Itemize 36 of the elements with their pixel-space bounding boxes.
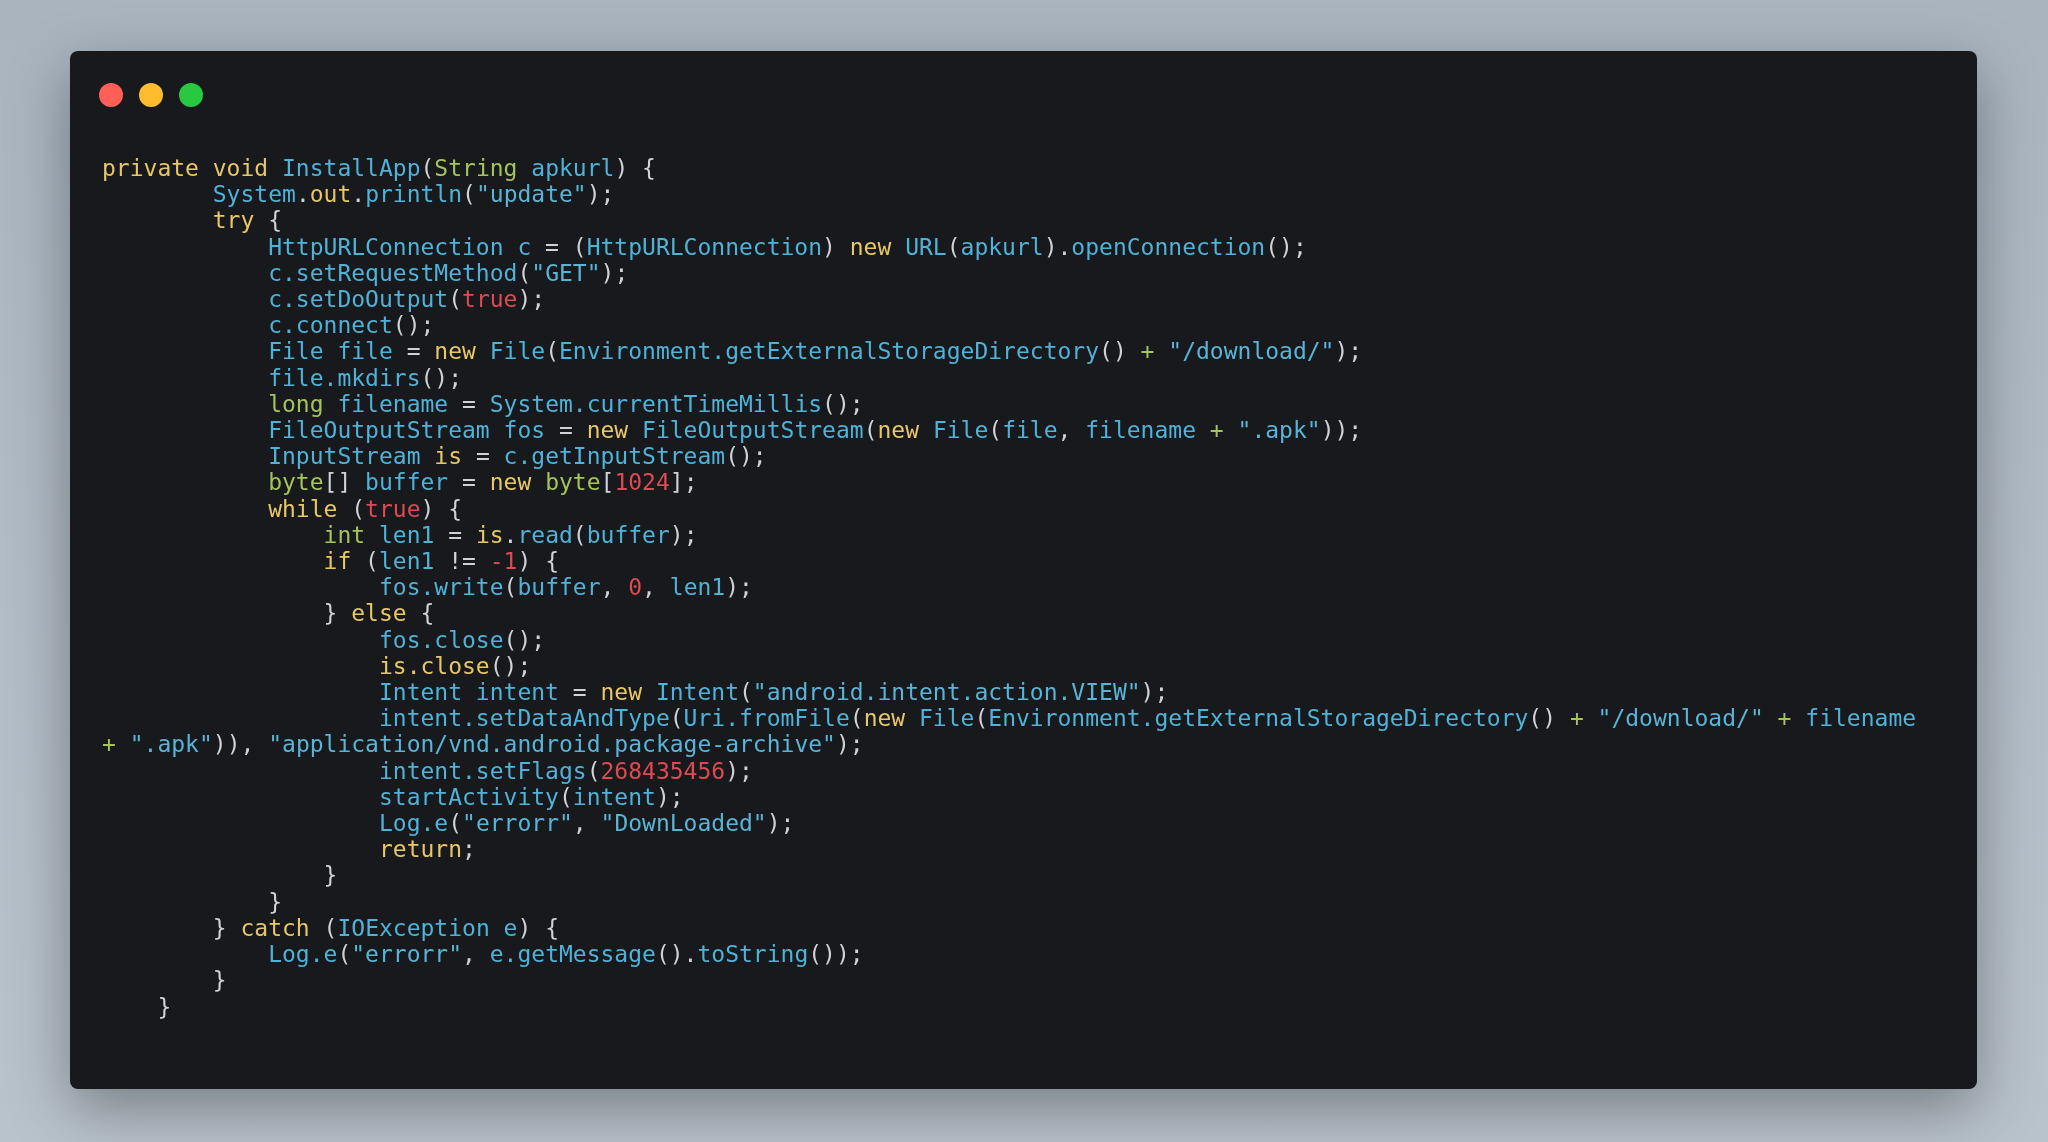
minimize-dot-icon xyxy=(139,83,163,107)
code-line: + ".apk")), "application/vnd.android.package-archive"); xyxy=(102,731,864,758)
code-line: } catch (IOException e) { xyxy=(211,914,559,942)
code-line: if (len1 != -1) { xyxy=(322,548,559,575)
code-line: file.mkdirs(); xyxy=(267,364,463,391)
code-line: Log.e("errorr", "DownLoaded"); xyxy=(377,810,795,837)
code-line: byte[] buffer = new byte[1024]; xyxy=(267,469,698,496)
code-line: int len1 = is.read(buffer); xyxy=(322,521,698,549)
code-line: } xyxy=(322,862,338,889)
code-line: try { xyxy=(211,207,283,234)
code-line: c.setDoOutput(true); xyxy=(267,286,546,313)
code-line: return; xyxy=(377,836,476,863)
maximize-dot-icon xyxy=(179,83,203,107)
code-line: File file = new File(Environment.getExternalStorageDirectory() + "/download/"); xyxy=(267,338,1363,365)
code-line: System.out.println("update"); xyxy=(211,181,615,208)
close-dot-icon xyxy=(99,83,123,107)
code-line: long filename = System.currentTimeMillis(); xyxy=(267,390,864,418)
code-line: intent.setFlags(268435456); xyxy=(377,757,753,784)
code-line: InputStream is = c.getInputStream(); xyxy=(267,443,767,470)
code-line: while (true) { xyxy=(267,495,463,522)
code-line: } xyxy=(211,967,227,994)
code-line: fos.close(); xyxy=(377,626,546,653)
code-line: } xyxy=(267,888,282,915)
code-line: startActivity(intent); xyxy=(377,783,684,811)
code-line: c.setRequestMethod("GET"); xyxy=(267,259,629,286)
code-line: } xyxy=(156,993,172,1020)
code-line: HttpURLConnection c = (HttpURLConnection) new URL(apkurl).openConnection(); xyxy=(267,233,1307,260)
code-line: Intent intent = new Intent("android.intent.action.VIEW"); xyxy=(377,679,1169,706)
code-line: is.close(); xyxy=(377,652,532,680)
code-line: private void InstallApp(String apkurl) { xyxy=(102,155,656,182)
code-line: intent.setDataAndType(Uri.fromFile(new File(Environment.getExternalStorageDirectory() + "/download/" + filename xyxy=(377,705,1917,732)
code-line: c.connect(); xyxy=(267,312,435,339)
code-line: FileOutputStream fos = new FileOutputStream(new File(file, filename + ".apk")); xyxy=(267,417,1363,444)
code-line: } else { xyxy=(322,600,435,627)
code-line: Log.e("errorr", e.getMessage().toString()); xyxy=(267,941,864,968)
code-line: fos.write(buffer, 0, len1); xyxy=(377,574,753,601)
